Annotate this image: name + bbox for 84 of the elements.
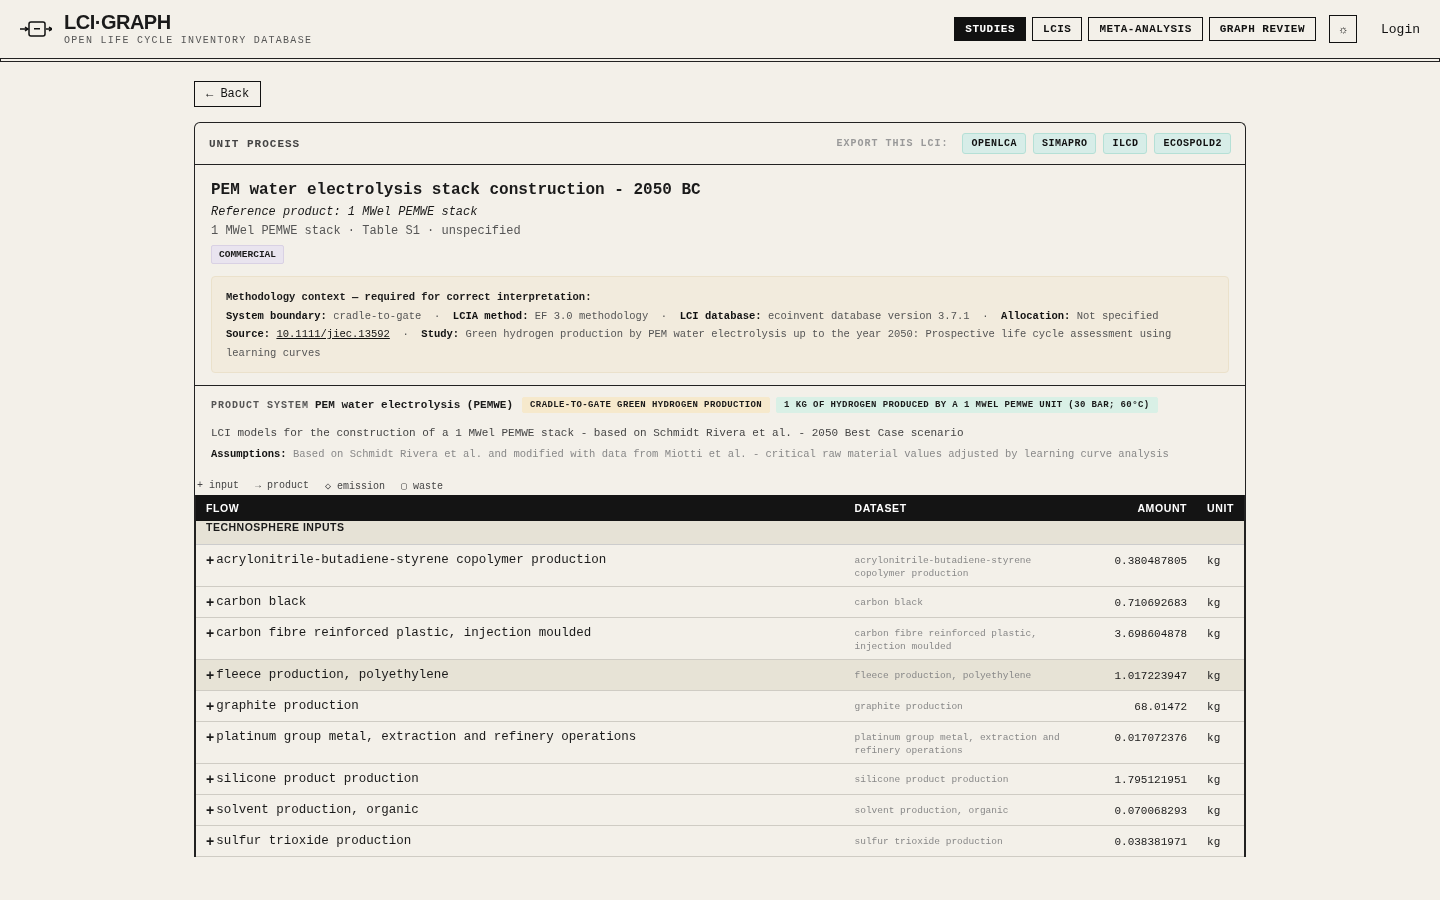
back-button[interactable]: ← Back [194,81,262,107]
product-system-label: PRODUCT SYSTEM [211,399,309,411]
amount-value: 0.070068293 [1114,805,1188,817]
flow-name[interactable]: acrylonitrile-butadiene-styrene copolymer production [216,553,607,568]
input-symbol: + [206,803,215,818]
export-button[interactable]: ECOSPOLD2 [1154,133,1231,154]
unit-value: kg [1207,732,1221,744]
amount-value: 1.017223947 [1114,670,1188,682]
dataset-name: acrylonitrile-butadiene-styrene copolymer production [854,554,1033,580]
login-link[interactable]: Login [1381,21,1420,37]
unit-value: kg [1207,670,1221,682]
dataset-name: carbon fibre reinforced plastic, injection moulded [854,627,1038,653]
product-system-description: LCI models for the construction of a 1 MWel PEMWE stack - based on Schmidt Rivera et al. - 2050 Best Case scenario [211,427,965,439]
amount-value: 0.038381971 [1114,836,1188,848]
dataset-name: solvent production, organic [854,804,1010,817]
flow-name[interactable]: carbon black [216,595,307,610]
dataset-name: fleece production, polyethylene [854,669,1033,682]
flow-name[interactable]: fleece production, polyethylene [216,668,449,683]
input-symbol: + [206,699,215,714]
methodology-details: System boundary: cradle-to-gate · LCIA method: EF 3.0 methodology · LCI database: ecoinvent database version 3.7.1 · Allocation: Not specified [226,308,1160,324]
product-system-tag: CRADLE-TO-GATE GREEN HYDROGEN PRODUCTION [522,397,771,413]
legend-item: + input [197,480,239,492]
nav-tab[interactable]: STUDIES [954,17,1027,41]
column-header: DATASET [844,495,1105,521]
amount-value: 1.795121951 [1114,774,1188,786]
amount-value: 0.017072376 [1114,732,1188,744]
product-system-tag: 1 KG OF HYDROGEN PRODUCED BY A 1 MWEL PEMWE UNIT (30 BAR; 60°C) [776,397,1158,413]
nav-tab[interactable]: GRAPH REVIEW [1208,17,1316,41]
column-header: AMOUNT [1104,495,1198,521]
theme-toggle-button[interactable]: ☼ [1329,15,1357,43]
column-header: FLOW [195,495,845,521]
amount-value: 3.698604878 [1114,628,1188,640]
methodology-heading: Methodology context — required for correct interpretation: [226,290,593,305]
unit-value: kg [1207,628,1221,640]
process-meta: 1 MWel PEMWE stack · Table S1 · unspecified [211,224,522,238]
unit-value: kg [1207,774,1221,786]
nav-tab[interactable]: LCIS [1032,17,1083,41]
flow-name[interactable]: platinum group metal, extraction and refinery operations [216,730,637,745]
assumptions-text: Assumptions: Based on Schmidt Rivera et al. and modified with data from Miotti et al. - critical raw material values adjusted by learning curve analysis [211,448,1170,460]
input-symbol: + [206,730,215,745]
dataset-name: platinum group metal, extraction and refinery operations [854,731,1061,757]
product-system-name: PEM water electrolysis (PEMWE) [315,399,514,411]
section-heading: TECHNOSPHERE INPUTS [206,521,345,533]
reference-product: Reference product: 1 MWel PEMWE stack [211,205,479,219]
input-symbol: + [206,834,215,849]
source-study-text: Source: 10.1111/jiec.13592 · Study: Green hydrogen production by PEM water electrolysis up to the year 2050: Prospective life cycle assessment using learning curves [226,327,1173,361]
category-badge: COMMERCIAL [211,245,284,264]
unit-value: kg [1207,836,1221,848]
amount-value: 0.710692683 [1114,597,1188,609]
input-symbol: + [206,626,215,641]
card-kind-label: UNIT PROCESS [209,137,301,150]
process-box-icon [20,19,52,39]
flow-name[interactable]: solvent production, organic [216,803,419,818]
source-link[interactable]: 10.1111/jiec.13592 [276,328,390,340]
flow-name[interactable]: carbon fibre reinforced plastic, injection moulded [216,626,592,641]
flow-name[interactable]: graphite production [216,699,359,714]
site-logo-text: LCI·GRAPH [64,12,172,32]
dataset-name: sulfur trioxide production [854,835,1004,848]
dataset-name: carbon black [854,596,924,609]
unit-value: kg [1207,701,1221,713]
export-button[interactable]: OPENLCA [962,133,1026,154]
input-symbol: + [206,772,215,787]
flow-name[interactable]: sulfur trioxide production [216,834,412,849]
flow-name[interactable]: silicone product production [216,772,419,787]
column-header: UNIT [1197,495,1245,521]
export-button[interactable]: ILCD [1103,133,1148,154]
legend-item: ◇ emission [325,480,386,492]
unit-value: kg [1207,805,1221,817]
unit-value: kg [1207,555,1221,567]
legend-item: ▢ waste [401,480,444,492]
legend-item: → product [255,480,310,492]
dataset-name: silicone product production [854,773,1010,786]
dataset-name: graphite production [854,700,964,713]
export-button[interactable]: SIMAPRO [1032,133,1097,154]
process-title: PEM water electrolysis stack construction - 2050 BC [211,181,702,199]
input-symbol: + [206,595,215,610]
nav-tab[interactable]: META-ANALYSIS [1088,17,1203,41]
export-label: EXPORT THIS LCI: [836,138,949,149]
input-symbol: + [206,553,215,568]
unit-value: kg [1207,597,1221,609]
site-tagline: OPEN LIFE CYCLE INVENTORY DATABASE [64,35,313,46]
amount-value: 0.380487805 [1114,555,1188,567]
amount-value: 68.01472 [1134,701,1188,713]
input-symbol: + [206,668,215,683]
